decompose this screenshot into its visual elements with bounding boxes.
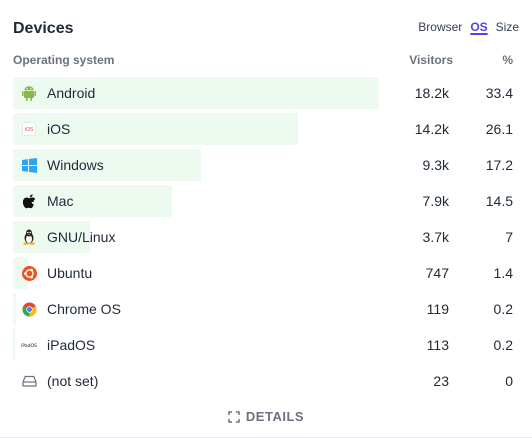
percent-value: 14.5 [485,193,513,209]
table-row[interactable]: Windows 9.3k 17.2 [13,149,519,185]
table-row[interactable]: Android 18.2k 33.4 [13,77,519,113]
table-header: Operating system Visitors % [13,53,519,69]
visitors-value: 18.2k [414,85,449,101]
details-label: DETAILS [245,409,305,424]
details-button[interactable]: DETAILS [0,409,532,424]
column-header-visitors[interactable]: Visitors [409,53,453,67]
percent-value: 17.2 [485,157,513,173]
table-row[interactable]: (not set) 23 0 [13,365,519,401]
os-name: Mac [47,193,74,209]
expand-icon [228,410,240,423]
column-header-percent: % [502,53,513,67]
visitors-value: 119 [426,301,449,317]
percent-value: 7 [505,229,513,245]
tab-size[interactable]: Size [496,20,519,34]
tab-browser[interactable]: Browser [418,20,462,34]
ipados-icon: iPadOS [21,337,37,353]
windows-icon [21,157,37,173]
visitors-value: 3.7k [422,229,449,245]
percent-value: 1.4 [493,265,513,281]
visitors-value: 14.2k [414,121,449,137]
row-label: (not set) [21,365,98,397]
os-name: iPadOS [47,337,96,353]
tab-bar: Browser OS Size [418,20,519,34]
card-title: Devices [13,20,74,37]
row-label: Ubuntu [21,257,92,289]
table-row[interactable]: iOS iOS 14.2k 26.1 [13,113,519,149]
column-header-os: Operating system [13,53,115,67]
table-body: Android 18.2k 33.4 iOS iOS 14.2k 26.1 Windows 9.… [13,77,519,401]
os-name: (not set) [47,373,99,389]
table-row[interactable]: iPadOS iPadOS 113 0.2 [13,329,519,365]
row-label: Mac [21,185,73,217]
row-label: iPadOS iPadOS [21,329,95,361]
visitor-share-bar [13,293,16,325]
os-name: Windows [47,157,104,173]
percent-value: 26.1 [485,121,513,137]
row-label: Android [21,77,95,109]
os-name: Ubuntu [47,265,93,281]
row-label: GNU/Linux [21,221,115,253]
svg-text:iPadOS: iPadOS [21,343,37,349]
os-name: GNU/Linux [47,229,116,245]
android-icon [21,85,37,101]
tab-os[interactable]: OS [470,20,487,34]
linux-icon [21,229,37,245]
os-name: iOS [47,121,71,137]
visitors-value: 9.3k [422,157,449,173]
row-label: Chrome OS [21,293,121,325]
hard-drive-icon [21,373,37,389]
percent-value: 0.2 [493,301,513,317]
percent-value: 0 [505,373,513,389]
percent-value: 33.4 [485,85,513,101]
devices-card: Devices Browser OS Size Operating system… [0,0,532,438]
row-label: iOS iOS [21,113,70,145]
table-row[interactable]: Chrome OS 119 0.2 [13,293,519,329]
visitors-value: 7.9k [422,193,449,209]
apple-icon [21,193,37,209]
table-row[interactable]: GNU/Linux 3.7k 7 [13,221,519,257]
ios-icon: iOS [21,121,37,137]
ubuntu-icon [21,265,37,281]
svg-text:iOS: iOS [25,127,34,133]
chrome-icon [21,301,37,317]
percent-value: 0.2 [493,337,513,353]
table-row[interactable]: Mac 7.9k 14.5 [13,185,519,221]
table-row[interactable]: Ubuntu 747 1.4 [13,257,519,293]
visitors-value: 23 [433,373,449,389]
visitors-value: 747 [425,265,449,281]
os-name: Chrome OS [47,301,121,317]
visitors-value: 113 [426,337,449,353]
visitor-share-bar [13,329,15,361]
row-label: Windows [21,149,104,181]
os-name: Android [47,85,96,101]
